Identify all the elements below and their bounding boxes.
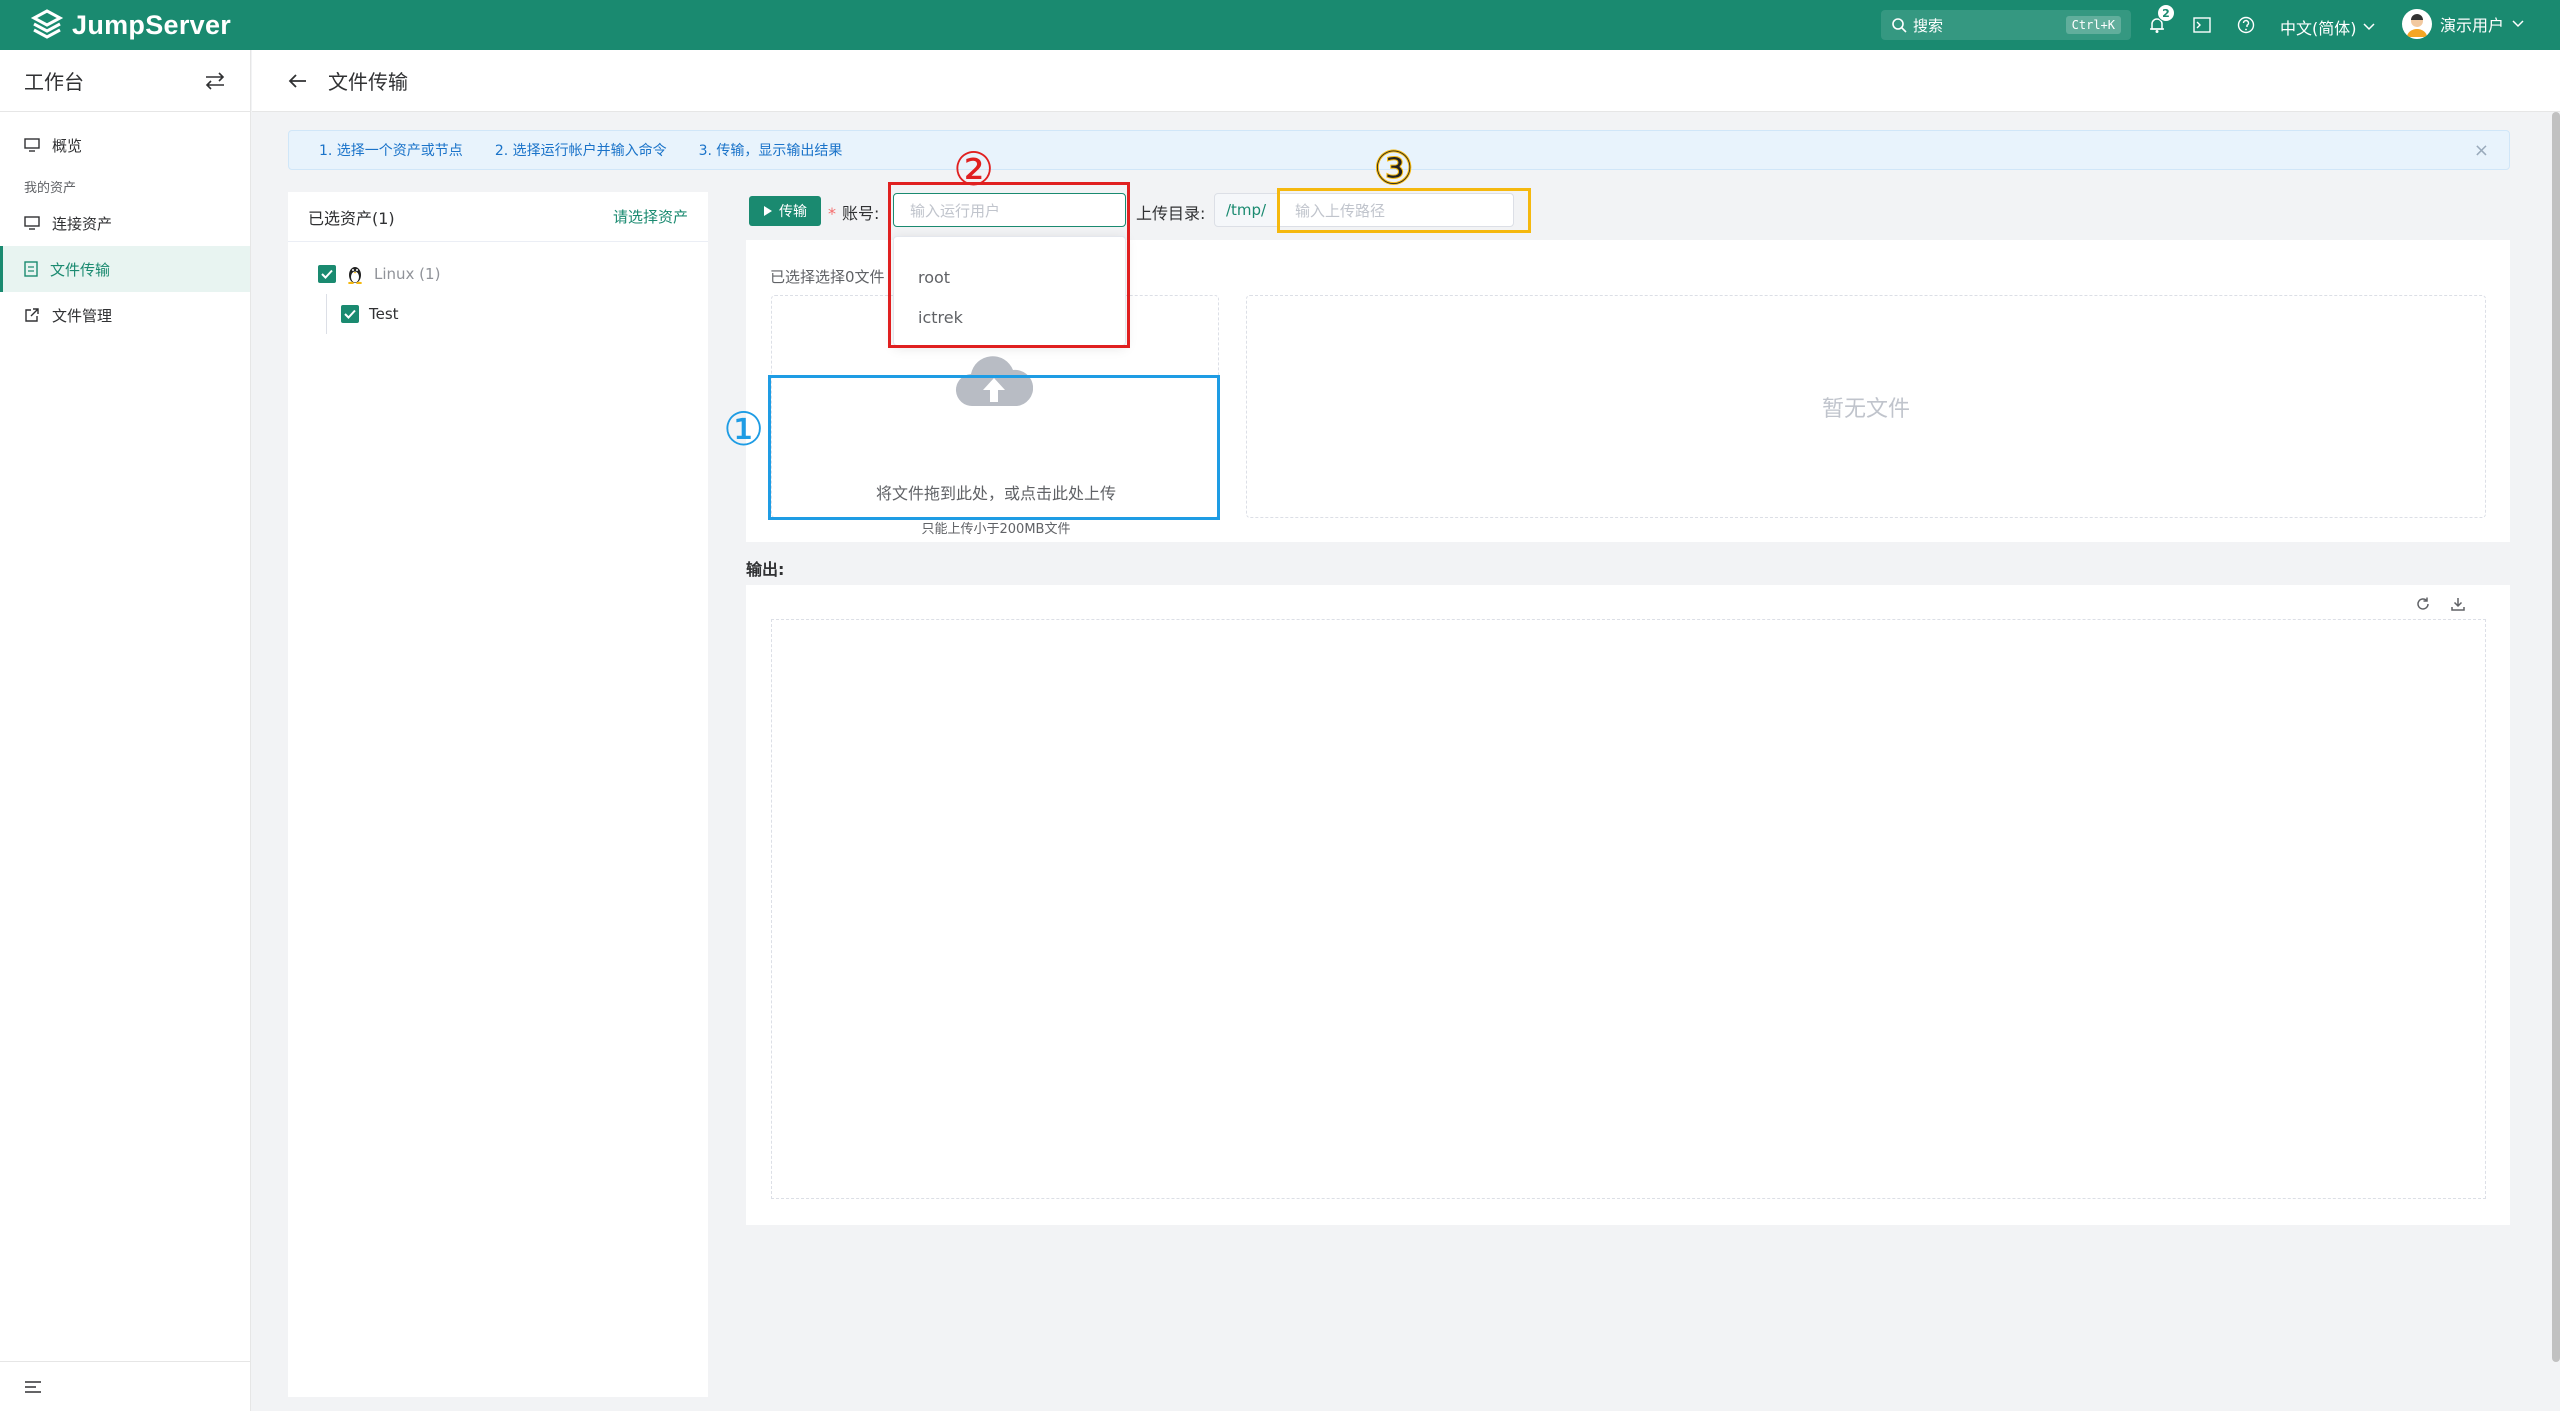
tree-node-test[interactable]: Test xyxy=(341,294,399,334)
close-icon[interactable]: × xyxy=(2474,140,2489,161)
check-icon xyxy=(344,309,356,319)
language-selector[interactable]: 中文(简体) xyxy=(2280,15,2375,39)
sidebar-item-file-management[interactable]: 文件管理 xyxy=(0,292,250,338)
avatar xyxy=(2402,9,2432,39)
jumpserver-logo-icon xyxy=(30,9,64,39)
sidebar-item-file-transfer[interactable]: 文件传输 xyxy=(0,246,250,292)
tree-node-label: Test xyxy=(369,305,399,323)
linux-penguin-icon xyxy=(348,267,362,284)
sidebar-title: 工作台 xyxy=(24,70,84,94)
page-header: 文件传输 xyxy=(252,50,2560,112)
check-icon xyxy=(321,269,333,279)
selected-assets-title: 已选资产(1) xyxy=(308,208,395,228)
user-menu[interactable]: 演示用户 xyxy=(2402,9,2524,39)
annotation-number-2: ② xyxy=(953,142,995,196)
sidebar-item-label: 文件管理 xyxy=(52,306,113,325)
notification-badge: 2 xyxy=(2157,4,2175,22)
step-1: 1. 选择一个资产或节点 xyxy=(319,143,463,159)
monitor-icon xyxy=(24,138,40,152)
search-shortcut: Ctrl+K xyxy=(2065,16,2121,34)
download-icon xyxy=(2451,598,2465,611)
account-label: 账号: xyxy=(842,204,880,223)
switch-view-icon[interactable] xyxy=(204,71,226,90)
annotation-number-3: ③ xyxy=(1372,141,1415,195)
terminal-icon xyxy=(2193,17,2211,33)
required-asterisk: * xyxy=(828,204,836,223)
sidebar-item-label: 概览 xyxy=(52,136,83,155)
output-area[interactable] xyxy=(771,619,2486,1199)
sidebar-footer xyxy=(0,1361,250,1411)
sidebar: 工作台 概览 我的资产 连接资产 文件传输 文件管理 xyxy=(0,50,251,1411)
file-list-empty: 暂无文件 xyxy=(1246,295,2486,518)
chevron-down-icon xyxy=(2512,20,2524,28)
transfer-button-label: 传输 xyxy=(779,204,807,220)
sidebar-item-connect-assets[interactable]: 连接资产 xyxy=(0,200,250,246)
brand-name: JumpServer xyxy=(72,9,232,40)
external-link-icon xyxy=(25,308,39,322)
sidebar-header: 工作台 xyxy=(0,50,250,112)
sidebar-item-label: 文件传输 xyxy=(50,260,111,279)
annotation-box-account xyxy=(888,182,1130,348)
search-placeholder: 搜索 xyxy=(1913,16,1944,35)
refresh-button[interactable] xyxy=(2412,593,2434,615)
output-card xyxy=(746,585,2510,1225)
account-label-wrap: * 账号: xyxy=(828,200,879,224)
tree-node-linux[interactable]: Linux (1) xyxy=(318,254,708,294)
search-icon xyxy=(1892,18,1907,33)
annotation-number-1: ① xyxy=(723,402,765,456)
drop-zone-tip: 只能上传小于200MB文件 xyxy=(921,522,1071,537)
question-circle-icon xyxy=(2237,16,2255,34)
monitor-icon xyxy=(24,216,40,230)
upload-dir-prefix: /tmp/ xyxy=(1214,193,1278,227)
annotation-box-drop-zone xyxy=(768,375,1220,520)
user-name: 演示用户 xyxy=(2440,16,2505,35)
user-avatar-icon xyxy=(2407,14,2427,37)
asset-tree: Linux (1) Test xyxy=(288,242,708,334)
page-title: 文件传输 xyxy=(328,70,408,94)
step-2: 2. 选择运行帐户并输入命令 xyxy=(494,143,667,159)
tree-guide-line xyxy=(326,294,327,334)
top-navbar: JumpServer 搜索 Ctrl+K 2 中文(简体) 演示用户 xyxy=(0,0,2560,50)
sidebar-item-overview[interactable]: 概览 xyxy=(0,122,250,168)
checkbox-checked[interactable] xyxy=(341,305,359,323)
transfer-button[interactable]: 传输 xyxy=(749,196,821,226)
sidebar-item-label: 连接资产 xyxy=(52,214,113,233)
selected-file-count: 已选择选择0文件 xyxy=(770,268,885,286)
help-button[interactable] xyxy=(2233,12,2259,38)
upload-dir-label: 上传目录: xyxy=(1136,204,1206,223)
document-icon xyxy=(24,261,38,277)
download-button[interactable] xyxy=(2447,593,2469,615)
web-terminal-button[interactable] xyxy=(2189,12,2215,38)
notifications-button[interactable]: 2 xyxy=(2144,4,2175,38)
brand-logo[interactable]: JumpServer xyxy=(30,8,231,42)
tree-children: Test xyxy=(326,294,708,334)
collapse-menu-icon[interactable] xyxy=(24,1380,42,1394)
assets-panel-header: 已选资产(1) 请选择资产 xyxy=(288,192,708,242)
step-3: 3. 传输，显示输出结果 xyxy=(698,143,843,159)
selected-assets-panel: 已选资产(1) 请选择资产 Linux (1) Test xyxy=(288,192,708,1397)
back-arrow-icon[interactable] xyxy=(288,73,308,89)
chevron-down-icon xyxy=(2362,23,2375,31)
play-icon xyxy=(764,206,772,216)
output-label: 输出: xyxy=(746,560,785,579)
language-label: 中文(简体) xyxy=(2280,19,2357,38)
checkbox-checked[interactable] xyxy=(318,265,336,283)
sidebar-group-my-assets: 我的资产 xyxy=(24,181,77,196)
empty-files-text: 暂无文件 xyxy=(1821,396,1910,422)
refresh-icon xyxy=(2417,597,2429,610)
select-assets-link[interactable]: 请选择资产 xyxy=(613,206,688,227)
global-search[interactable]: 搜索 Ctrl+K xyxy=(1881,10,2131,40)
tree-node-label: Linux (1) xyxy=(374,265,441,283)
page-scrollbar[interactable] xyxy=(2552,112,2560,1362)
